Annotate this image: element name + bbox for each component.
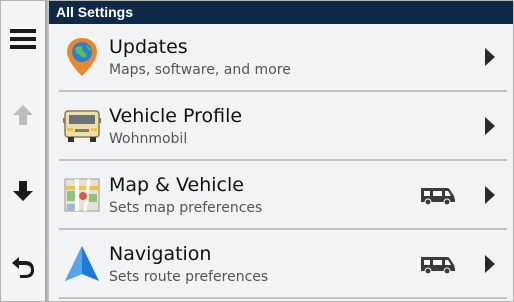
row-divider [59, 90, 507, 92]
item-subtitle: Sets route preferences [109, 269, 269, 285]
hamburger-menu-icon [10, 29, 36, 49]
item-subtitle: Sets map preferences [109, 200, 263, 216]
rv-badge-icon [421, 188, 455, 206]
row-divider [59, 297, 507, 299]
arrow-down-icon [13, 181, 33, 201]
item-title: Updates [109, 36, 188, 58]
chevron-right-icon [485, 186, 495, 204]
row-divider [59, 159, 507, 161]
left-rail [1, 1, 45, 301]
globe-pin-icon [67, 38, 97, 76]
navigation-arrow-icon [65, 246, 99, 281]
item-subtitle: Wohnmobil [109, 131, 188, 147]
scroll-down-button[interactable] [1, 171, 45, 211]
rv-badge-icon [421, 257, 455, 275]
list-item-navigation[interactable]: Navigation Sets route preferences [59, 231, 507, 299]
item-title: Navigation [109, 243, 212, 265]
scroll-up-button[interactable] [1, 95, 45, 135]
arrow-up-icon [13, 105, 33, 125]
row-divider [59, 228, 507, 230]
list-item-vehicle-profile[interactable]: Vehicle Profile Wohnmobil [59, 93, 507, 161]
chevron-right-icon [485, 255, 495, 273]
back-arrow-icon [12, 257, 34, 278]
back-button[interactable] [1, 246, 45, 286]
chevron-right-icon [485, 117, 495, 135]
menu-button[interactable] [1, 19, 45, 59]
item-title: Map & Vehicle [109, 174, 244, 196]
settings-list: Updates Maps, software, and more Vehicle… [49, 24, 513, 301]
item-subtitle: Maps, software, and more [109, 62, 291, 78]
page-title: All Settings [49, 1, 513, 24]
item-title: Vehicle Profile [109, 105, 243, 127]
camper-front-icon [63, 110, 101, 142]
map-icon [64, 178, 100, 212]
list-item-map-vehicle[interactable]: Map & Vehicle Sets map preferences [59, 162, 507, 230]
list-item-updates[interactable]: Updates Maps, software, and more [59, 24, 507, 92]
chevron-right-icon [485, 48, 495, 66]
